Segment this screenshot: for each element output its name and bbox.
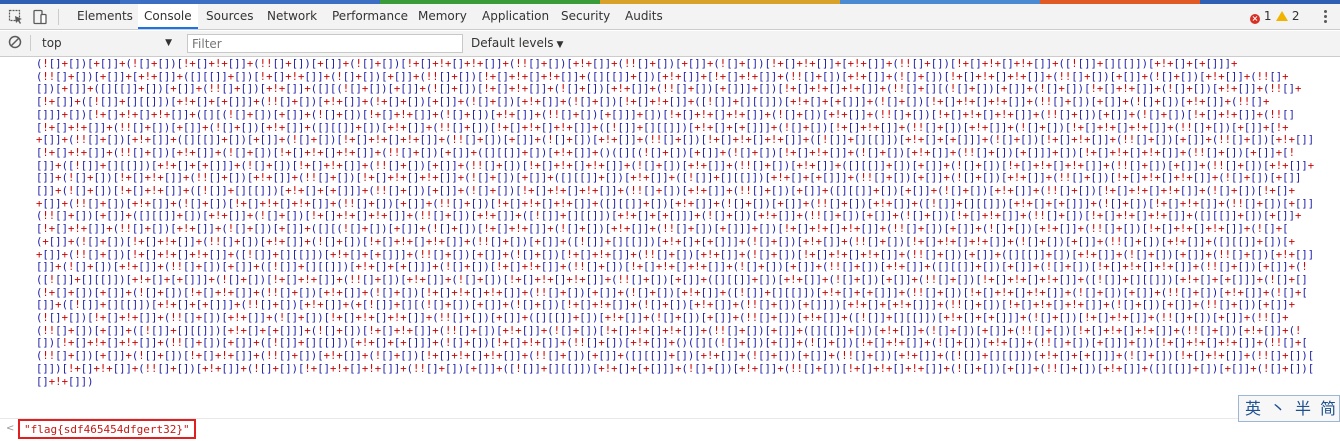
context-selector[interactable]: top ▼ bbox=[38, 34, 178, 53]
more-options-icon[interactable] bbox=[1324, 9, 1328, 25]
result-value[interactable]: "flag{sdf465454dfgert32}" bbox=[18, 419, 196, 439]
tab-audits[interactable]: Audits bbox=[619, 4, 669, 29]
dropdown-arrow-icon: ▼ bbox=[556, 40, 564, 50]
dropdown-arrow-icon: ▼ bbox=[165, 38, 172, 48]
ime-simplified-toggle[interactable]: 简 bbox=[1316, 398, 1340, 419]
filter-input[interactable] bbox=[187, 34, 463, 53]
code-line: [!+[]+!+[]]+(!![]+[])[+!+[]]+(![]+[])[+[… bbox=[36, 223, 1289, 236]
tab-elements[interactable]: Elements bbox=[71, 4, 139, 29]
tab-application[interactable]: Application bbox=[476, 4, 555, 29]
warning-counter[interactable]: 2 bbox=[1276, 9, 1299, 23]
code-line: [!+[]+!+[]]+(!![]+[])[+[]]+(![]+[])[+!+[… bbox=[36, 121, 1289, 134]
result-chevron-icon: < bbox=[6, 423, 15, 434]
error-counter[interactable]: × 1 bbox=[1250, 9, 1271, 24]
toolbar-divider bbox=[30, 35, 31, 51]
device-toolbar-icon[interactable] bbox=[32, 9, 48, 25]
tab-performance[interactable]: Performance bbox=[326, 4, 414, 29]
code-line: []]+(![]+[])[!+[]+!+[]]+([![]]+[][[]])[+… bbox=[36, 185, 1295, 198]
tab-memory[interactable]: Memory bbox=[412, 4, 473, 29]
tab-security[interactable]: Security bbox=[555, 4, 616, 29]
ime-punctuation-toggle[interactable]: 丶 bbox=[1266, 398, 1290, 419]
code-line: [!+[]+!+[]]+(!![]+[])[+!+[]]+(![]+[])[!+… bbox=[36, 146, 1295, 159]
console-code-echo: (![]+[])[+[]]+(![]+[])[!+[]+!+[]]+(!![]+… bbox=[36, 58, 1326, 388]
warning-count: 2 bbox=[1291, 9, 1300, 23]
code-line: ([![]]+[][[]])[+!+[]+[+[]]]+(![]+[])[!+[… bbox=[36, 273, 1308, 286]
code-line: (!+[]+[])[+[]]+(![]+[])[!+[]+!+[]]+(!![]… bbox=[36, 286, 1308, 299]
warning-icon bbox=[1276, 11, 1288, 21]
code-line: []]+([![]]+[][[]])[+!+[]+[+[]]]+(![]+[])… bbox=[36, 159, 1315, 172]
ime-english-toggle[interactable]: 英 bbox=[1241, 398, 1265, 419]
code-line: +[]]+(!![]+[])[+!+[]]+([][[]]+[])[+[]]+(… bbox=[36, 134, 1315, 147]
code-line: [])[!+[]+!+[]+!+[]]+(!![]+[])[+[]]+([![]… bbox=[36, 337, 1308, 350]
code-line: []+!+[]]) bbox=[36, 375, 94, 388]
code-line: +[]]+(!![]+[])[+!+[]]+(![]+[])[!+[]+!+[]… bbox=[36, 197, 1315, 210]
code-line: [!+[]]+([![]]+[][[]])[+!+[]+[+[]]]+(!![]… bbox=[36, 96, 1270, 109]
console-toolbar: top ▼ Default levels▼ bbox=[0, 31, 1340, 57]
console-result-row: < "flag{sdf465454dfgert32}" bbox=[0, 419, 1340, 441]
code-line: []]+([![]]+[][[]])[+!+[]+[+[]]]+(!![]+[]… bbox=[36, 299, 1295, 312]
code-line: (!![]+[])[+[]]+([![]]+[][[]])[+!+[]+[+[]… bbox=[36, 324, 1302, 337]
ime-toolbar: 英 丶 半 简 bbox=[1238, 395, 1340, 422]
clear-console-icon[interactable] bbox=[8, 35, 24, 51]
code-line: +[]]+(!![]+[])[!+[]+!+[]+!+[]]+([![]]+[]… bbox=[36, 248, 1315, 261]
error-count: 1 bbox=[1263, 9, 1272, 23]
code-line: []]+(![]+[])[!+[]+!+[]]+(!![]+[])[+!+[]]… bbox=[36, 172, 1302, 185]
code-line: (!![]+[])[+[]]+(![]+[])[!+[]+!+[]]+(!![]… bbox=[36, 350, 1315, 363]
error-icon: × bbox=[1250, 14, 1260, 24]
tab-sources[interactable]: Sources bbox=[200, 4, 259, 29]
devtools-tab-bar: Elements Console Sources Network Perform… bbox=[0, 4, 1340, 30]
log-levels-dropdown[interactable]: Default levels ▼ bbox=[471, 34, 563, 53]
code-line: (!![]+[])[+[]]+[+!+[]]+([][[]]+[])[!+[]+… bbox=[36, 70, 1289, 83]
toolbar-divider bbox=[58, 9, 59, 25]
console-output: (![]+[])[+[]]+(![]+[])[!+[]+!+[]]+(!![]+… bbox=[0, 58, 1340, 418]
inspect-element-icon[interactable] bbox=[8, 9, 24, 25]
code-line: (![]+[])[!+[]+!+[]]+(!![]+[])[+!+[]]+(![… bbox=[36, 312, 1289, 325]
code-line: (![]+[])[+[]]+(![]+[])[!+[]+!+[]]+(!![]+… bbox=[36, 58, 1238, 70]
code-line: (!![]+[])[+[]]+([][[]]+[])[+!+[]]+(![]+[… bbox=[36, 210, 1302, 223]
code-line: []]]+[])[!+[]+!+[]+!+[]]+([][(![]+[])[+[… bbox=[36, 108, 1295, 121]
tab-network[interactable]: Network bbox=[261, 4, 323, 29]
ime-width-toggle[interactable]: 半 bbox=[1291, 398, 1315, 419]
code-line: []])[!+[]+!+[]]+(!![]+[])[+!+[]]+(![]+[]… bbox=[36, 362, 1315, 375]
code-line: [])[+[]]+([][[]]+[])[+[]]+(!![]+[])[+!+[… bbox=[36, 83, 1302, 96]
tab-console[interactable]: Console bbox=[138, 4, 198, 29]
code-line: []]+(![]+[])[+!+[]]+(!![]+[])[+[]]+([![]… bbox=[36, 261, 1308, 274]
code-line: (+[]]+(![]+[])[!+[]+!+[]]+(!![]+[])[+!+[… bbox=[36, 235, 1295, 248]
log-levels-label: Default levels bbox=[471, 36, 554, 50]
context-value: top bbox=[42, 36, 62, 50]
